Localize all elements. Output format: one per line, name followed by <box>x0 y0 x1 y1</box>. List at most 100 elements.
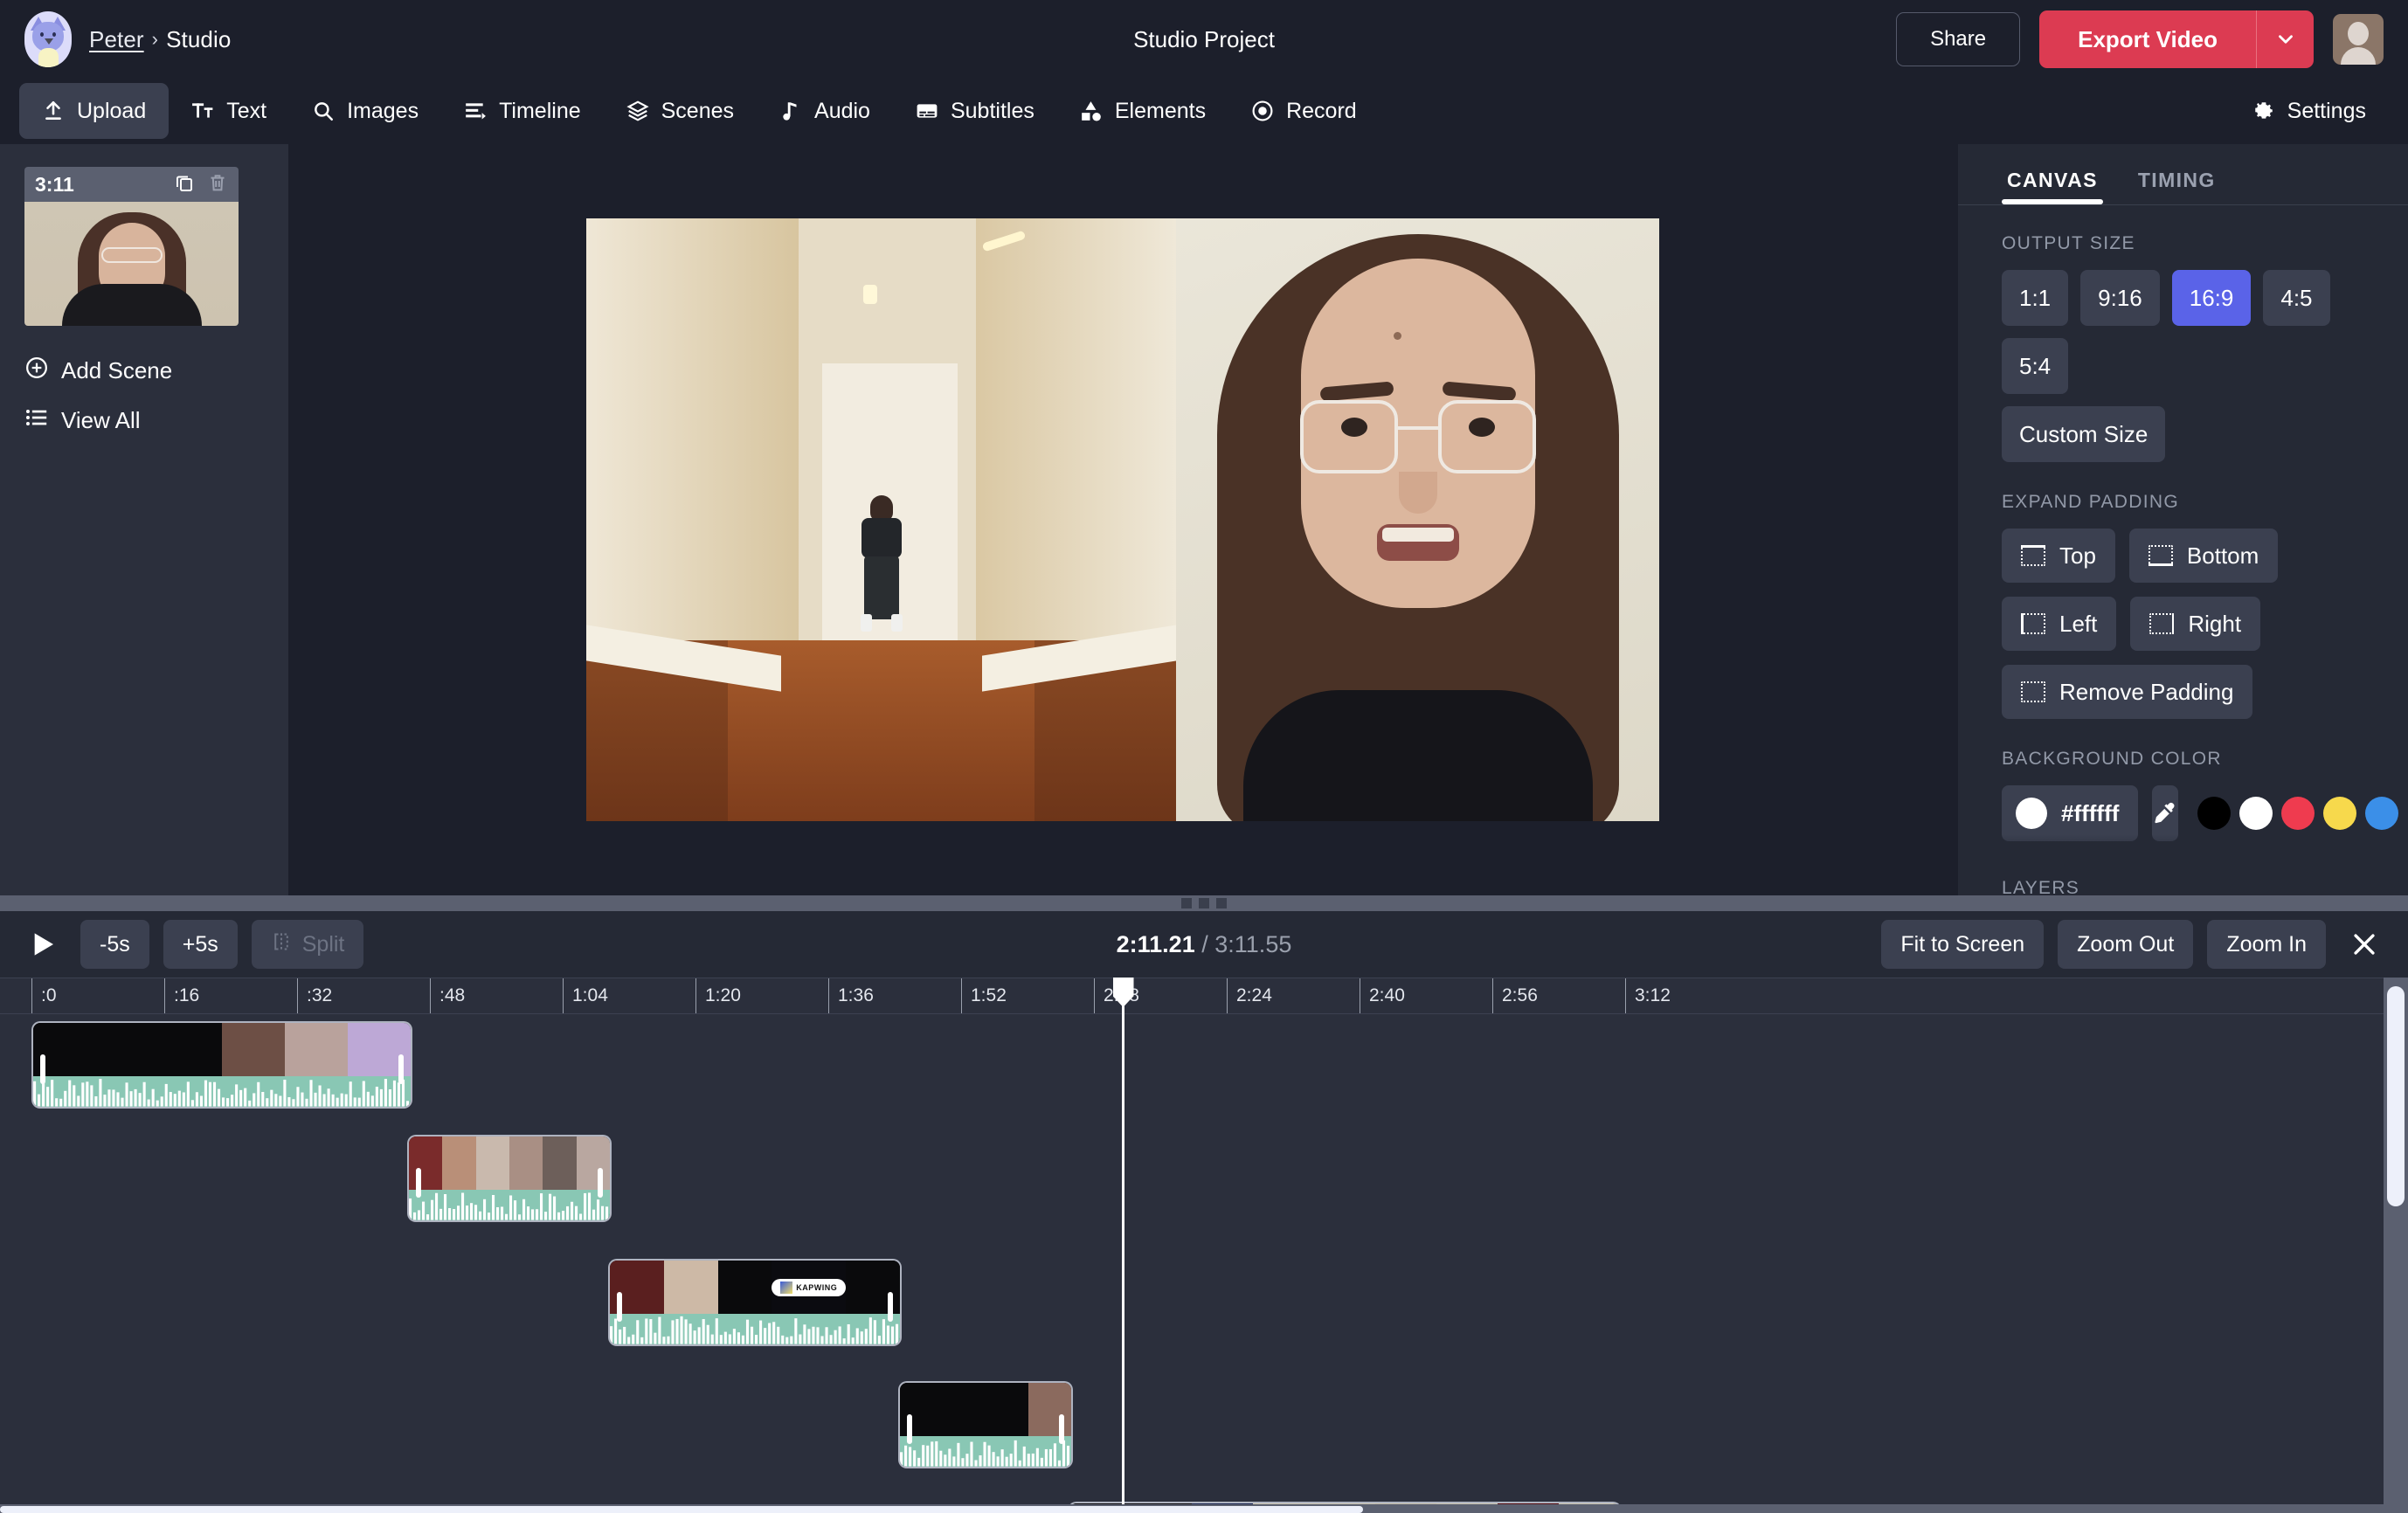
export-group: Export Video <box>2039 10 2314 68</box>
nav-item-subtitles[interactable]: Subtitles <box>893 83 1057 139</box>
timeline-vertical-scrollbar[interactable] <box>2384 978 2408 1513</box>
pad-right-button[interactable]: Right <box>2130 597 2261 651</box>
nav-item-upload[interactable]: Upload <box>19 83 170 139</box>
timeline-area[interactable]: :0:16:32:481:041:201:361:522:082:242:402… <box>0 978 2408 1513</box>
timeline-clip[interactable]: KAPWING <box>610 1261 900 1344</box>
properties-body: OUTPUT SIZE 1:1 9:16 16:9 4:5 5:4 Custom… <box>1958 205 2408 841</box>
clip-thumbnail-frame <box>475 1136 509 1191</box>
output-size-9-16[interactable]: 9:16 <box>2080 270 2160 326</box>
output-size-4-5[interactable]: 4:5 <box>2263 270 2330 326</box>
tab-timing[interactable]: TIMING <box>2133 169 2221 204</box>
view-all-button[interactable]: View All <box>24 405 264 436</box>
nav-item-text[interactable]: Text <box>169 83 289 139</box>
user-avatar[interactable] <box>2333 14 2384 65</box>
scrollbar-thumb-vertical[interactable] <box>2387 986 2405 1206</box>
preset-white[interactable] <box>2239 797 2273 830</box>
clip-trim-handle-right[interactable] <box>598 1168 603 1199</box>
plus-circle-icon <box>24 356 49 386</box>
video-canvas[interactable] <box>586 218 1659 821</box>
scene-thumbnail <box>24 202 239 326</box>
clip-thumbnail-frame <box>663 1261 718 1315</box>
fit-to-screen-button[interactable]: Fit to Screen <box>1881 920 2045 969</box>
clip-trim-handle-left[interactable] <box>40 1054 45 1085</box>
nav-item-record[interactable]: Record <box>1228 83 1380 139</box>
skip-forward-5s-button[interactable]: +5s <box>163 920 238 969</box>
nav-label-subtitles: Subtitles <box>950 98 1034 123</box>
gear-icon <box>2252 100 2275 122</box>
custom-size-button[interactable]: Custom Size <box>2002 406 2166 462</box>
add-scene-button[interactable]: Add Scene <box>24 356 264 386</box>
brand-area: Peter › Studio <box>24 11 231 67</box>
timeline-clip[interactable] <box>409 1136 610 1220</box>
tab-canvas[interactable]: CANVAS <box>2002 169 2103 204</box>
clip-thumbnail-frame <box>986 1383 1028 1437</box>
scrollbar-thumb-horizontal[interactable] <box>0 1506 1363 1513</box>
view-all-label: View All <box>61 407 141 433</box>
nav-item-settings[interactable]: Settings <box>2230 83 2389 139</box>
breadcrumb-user[interactable]: Peter <box>89 26 144 53</box>
output-size-1-1[interactable]: 1:1 <box>2002 270 2069 326</box>
canvas-layer-hallway-video[interactable] <box>586 218 1177 821</box>
preset-black[interactable] <box>2197 797 2232 830</box>
duplicate-icon[interactable] <box>174 172 195 197</box>
output-size-16-9[interactable]: 16:9 <box>2171 270 2252 326</box>
nav-label-images: Images <box>347 98 419 123</box>
background-color-field[interactable]: #ffffff <box>2002 785 2139 841</box>
nav-label-settings: Settings <box>2287 98 2366 123</box>
pad-left-button[interactable]: Left <box>2002 597 2117 651</box>
timeline-clip[interactable] <box>900 1383 1071 1467</box>
timeline-horizontal-scrollbar[interactable] <box>0 1504 2384 1513</box>
split-button[interactable]: Split <box>251 920 364 969</box>
clip-thumbnail-frame <box>543 1136 577 1191</box>
pad-bottom-button[interactable]: Bottom <box>2128 529 2279 583</box>
nav-item-images[interactable]: Images <box>289 83 441 139</box>
trash-icon[interactable] <box>207 172 228 197</box>
clip-thumbnail-frame <box>943 1383 986 1437</box>
share-button[interactable]: Share <box>1896 12 2021 66</box>
timeline-tracks[interactable]: KAPWING <box>0 1014 2408 1513</box>
top-bar-actions: Share Export Video <box>1896 10 2384 68</box>
ruler-tick: :0 <box>31 978 57 1013</box>
scene-card[interactable]: 3:11 <box>24 167 239 326</box>
canvas-stage[interactable] <box>288 144 1957 895</box>
clip-trim-handle-left[interactable] <box>907 1414 912 1445</box>
clip-trim-handle-left[interactable] <box>416 1168 421 1199</box>
canvas-layer-talking-head-video[interactable] <box>1176 218 1659 821</box>
ruler-tick: 3:12 <box>1625 978 1671 1013</box>
eyedropper-icon[interactable] <box>2152 785 2179 841</box>
clip-trim-handle-right[interactable] <box>1059 1414 1064 1445</box>
skip-back-5s-button[interactable]: -5s <box>80 920 149 969</box>
nav-item-audio[interactable]: Audio <box>757 83 893 139</box>
ruler-tick: :16 <box>164 978 199 1013</box>
timeline-ruler[interactable]: :0:16:32:481:041:201:361:522:082:242:402… <box>0 978 2408 1014</box>
timeline-clip[interactable] <box>33 1023 411 1107</box>
export-video-button[interactable]: Export Video <box>2039 10 2256 68</box>
clip-trim-handle-left[interactable] <box>617 1292 622 1323</box>
play-icon[interactable] <box>19 921 66 968</box>
pad-right-icon <box>2149 613 2175 634</box>
panel-resize-handle[interactable] <box>0 895 2408 911</box>
ruler-tick: 1:36 <box>828 978 874 1013</box>
playhead[interactable] <box>1112 978 1134 1513</box>
preset-yellow[interactable] <box>2323 797 2357 830</box>
nav-item-scenes[interactable]: Scenes <box>604 83 757 139</box>
clip-trim-handle-right[interactable] <box>888 1292 893 1323</box>
close-icon[interactable] <box>2340 920 2389 969</box>
clip-thumbnail-frame <box>222 1023 285 1077</box>
pad-top-button[interactable]: Top <box>2002 529 2115 583</box>
zoom-in-button[interactable]: Zoom In <box>2207 920 2326 969</box>
record-icon <box>1251 100 1274 122</box>
remove-padding-button[interactable]: Remove Padding <box>2002 665 2253 719</box>
preset-red[interactable] <box>2281 797 2315 830</box>
nav-item-elements[interactable]: Elements <box>1057 83 1228 139</box>
output-size-5-4[interactable]: 5:4 <box>2002 338 2069 394</box>
ruler-tick: 1:04 <box>563 978 608 1013</box>
timeline-zoom-controls: Fit to Screen Zoom Out Zoom In <box>1881 920 2389 969</box>
preset-blue[interactable] <box>2365 797 2399 830</box>
export-options-chevron-down-icon[interactable] <box>2256 10 2314 68</box>
background-color-hex: #ffffff <box>2061 799 2120 826</box>
zoom-out-button[interactable]: Zoom Out <box>2058 920 2194 969</box>
nav-item-timeline[interactable]: Timeline <box>441 83 604 139</box>
pad-left-label: Left <box>2059 610 2098 637</box>
clip-trim-handle-right[interactable] <box>398 1054 404 1085</box>
